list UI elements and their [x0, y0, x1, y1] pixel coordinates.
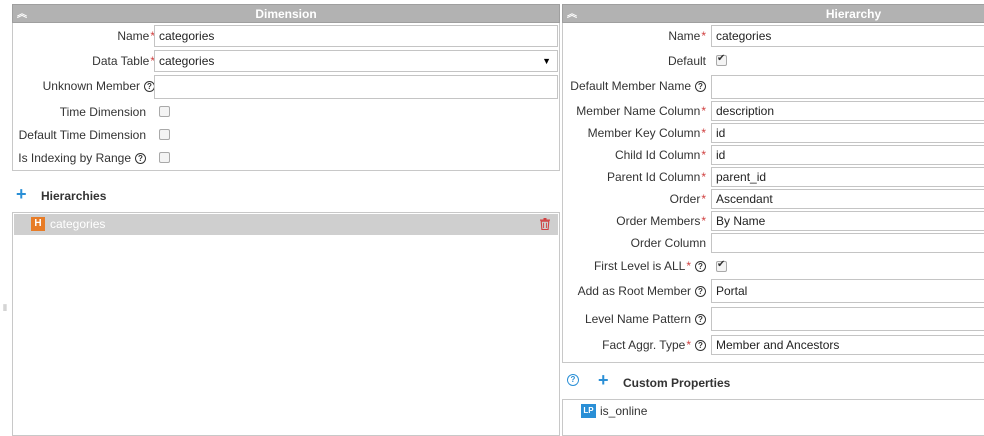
hier-parent-id-column-row: Parent Id Column* parent_id: [563, 167, 984, 187]
panel-splitter-handle[interactable]: ⦀: [3, 300, 9, 316]
trash-icon[interactable]: [540, 218, 550, 233]
hier-member-name-column-row: Member Name Column* description: [563, 101, 984, 121]
help-icon[interactable]: ?: [695, 261, 706, 272]
hierarchy-form: Name* categories Default Default Member …: [562, 23, 984, 363]
hier-order-members-row: Order Members* By Name: [563, 211, 984, 231]
hierarchy-panel-header[interactable]: ︽ Hierarchy: [562, 4, 984, 23]
hier-order-select[interactable]: Ascendant: [711, 189, 984, 209]
level-property-badge-icon: LP: [581, 404, 596, 418]
collapse-icon[interactable]: ︽: [17, 5, 27, 24]
hier-add-root-member-row: Add as Root Member? Portal: [563, 279, 984, 303]
hier-order-column-label: Order Column: [630, 236, 706, 250]
hier-order-members-select[interactable]: By Name: [711, 211, 984, 231]
dim-time-dimension-row: Time Dimension: [13, 101, 559, 123]
dim-indexing-by-range-row: Is Indexing by Range?: [13, 147, 559, 169]
hier-first-level-all-row: First Level is ALL*?: [563, 255, 984, 277]
hier-level-name-pattern-label: Level Name Pattern?: [585, 307, 706, 329]
add-custom-property-icon[interactable]: +: [598, 371, 609, 389]
dim-time-dimension-label: Time Dimension: [59, 105, 146, 119]
hier-add-root-member-input[interactable]: Portal: [711, 279, 984, 303]
hier-member-name-column-input[interactable]: description: [711, 101, 984, 121]
custom-properties-help-icon[interactable]: ?: [567, 374, 579, 386]
dim-default-time-dimension-label: Default Time Dimension: [18, 128, 146, 142]
hier-default-member-name-row: Default Member Name?: [563, 75, 984, 99]
hier-order-row: Order* Ascendant: [563, 189, 984, 209]
hier-name-input[interactable]: categories: [711, 25, 984, 47]
dim-name-label: Name*: [117, 29, 155, 43]
hier-fact-aggr-type-select[interactable]: Member and Ancestors: [711, 335, 984, 355]
hier-name-label: Name*: [668, 29, 706, 43]
hier-order-label: Order*: [669, 192, 706, 206]
hier-member-key-column-label: Member Key Column*: [587, 126, 706, 140]
hierarchy-panel-title: Hierarchy: [825, 7, 882, 21]
hierarchies-list: H categories: [12, 212, 560, 436]
hier-default-row: Default: [563, 50, 984, 72]
hier-default-checkbox[interactable]: [716, 53, 727, 66]
hier-first-level-all-checkbox[interactable]: [716, 259, 727, 272]
hier-default-member-name-input[interactable]: [711, 75, 984, 99]
dim-name-row: Name* categories: [13, 25, 559, 47]
help-icon[interactable]: ?: [695, 340, 706, 351]
list-item[interactable]: H categories: [14, 214, 558, 235]
dimension-panel: ︽ Dimension Name* categories Data Table*…: [12, 4, 560, 436]
hierarchy-item-label: categories: [50, 217, 106, 231]
dim-unknown-member-row: Unknown Member?: [13, 75, 559, 99]
hier-order-column-row: Order Column: [563, 233, 984, 253]
hier-order-members-label: Order Members*: [616, 214, 706, 228]
hier-member-key-column-input[interactable]: id: [711, 123, 984, 143]
hier-member-key-column-row: Member Key Column* id: [563, 123, 984, 143]
dim-default-time-dimension-checkbox[interactable]: [159, 129, 170, 140]
dimension-panel-title: Dimension: [255, 7, 317, 21]
hier-name-row: Name* categories: [563, 25, 984, 47]
dim-default-time-dimension-row: Default Time Dimension: [13, 124, 559, 146]
hier-default-label: Default: [667, 54, 706, 68]
hier-first-level-all-label: First Level is ALL*?: [594, 255, 706, 277]
hier-add-root-member-label: Add as Root Member?: [578, 279, 706, 301]
hier-default-member-name-label: Default Member Name?: [570, 75, 706, 97]
dim-data-table-label: Data Table*: [92, 54, 155, 68]
custom-properties-title: Custom Properties: [623, 376, 731, 390]
hier-fact-aggr-type-row: Fact Aggr. Type*? Member and Ancestors: [563, 335, 984, 355]
dim-indexing-by-range-label: Is Indexing by Range?: [18, 147, 146, 169]
custom-property-label: is_online: [600, 404, 648, 418]
hierarchies-title: Hierarchies: [41, 189, 107, 203]
hier-child-id-column-label: Child Id Column*: [614, 148, 706, 162]
collapse-icon[interactable]: ︽: [567, 5, 577, 24]
add-hierarchy-icon[interactable]: +: [16, 185, 27, 203]
dim-unknown-member-input[interactable]: [154, 75, 558, 99]
hier-order-column-select[interactable]: [711, 233, 984, 253]
dim-data-table-row: Data Table* categories ▼: [13, 50, 559, 72]
help-icon[interactable]: ?: [695, 314, 706, 325]
hier-parent-id-column-input[interactable]: parent_id: [711, 167, 984, 187]
hierarchy-panel: ︽ Hierarchy Name* categories Default Def…: [562, 4, 984, 436]
dim-indexing-by-range-checkbox[interactable]: [159, 152, 170, 163]
dim-data-table-value: categories: [159, 54, 215, 68]
hier-child-id-column-row: Child Id Column* id: [563, 145, 984, 165]
list-item[interactable]: LP is_online: [564, 401, 984, 421]
help-icon[interactable]: ?: [695, 81, 706, 92]
dropdown-arrow-icon: ▼: [542, 56, 551, 66]
hier-level-name-pattern-input[interactable]: [711, 307, 984, 331]
help-icon[interactable]: ?: [695, 286, 706, 297]
hier-level-name-pattern-row: Level Name Pattern?: [563, 307, 984, 331]
dimension-panel-header[interactable]: ︽ Dimension: [12, 4, 560, 23]
help-icon[interactable]: ?: [135, 153, 146, 164]
hier-parent-id-column-label: Parent Id Column*: [606, 170, 706, 184]
dim-time-dimension-checkbox[interactable]: [159, 106, 170, 117]
hier-child-id-column-input[interactable]: id: [711, 145, 984, 165]
hier-fact-aggr-type-label: Fact Aggr. Type*?: [602, 335, 706, 357]
hierarchy-badge-icon: H: [31, 217, 45, 231]
hier-member-name-column-label: Member Name Column*: [576, 104, 706, 118]
dim-unknown-member-label: Unknown Member?: [43, 75, 155, 97]
custom-properties-list: LP is_online: [562, 399, 984, 436]
dim-data-table-select[interactable]: categories ▼: [154, 50, 558, 72]
dimension-form: Name* categories Data Table* categories …: [12, 23, 560, 171]
dim-name-input[interactable]: categories: [154, 25, 558, 47]
